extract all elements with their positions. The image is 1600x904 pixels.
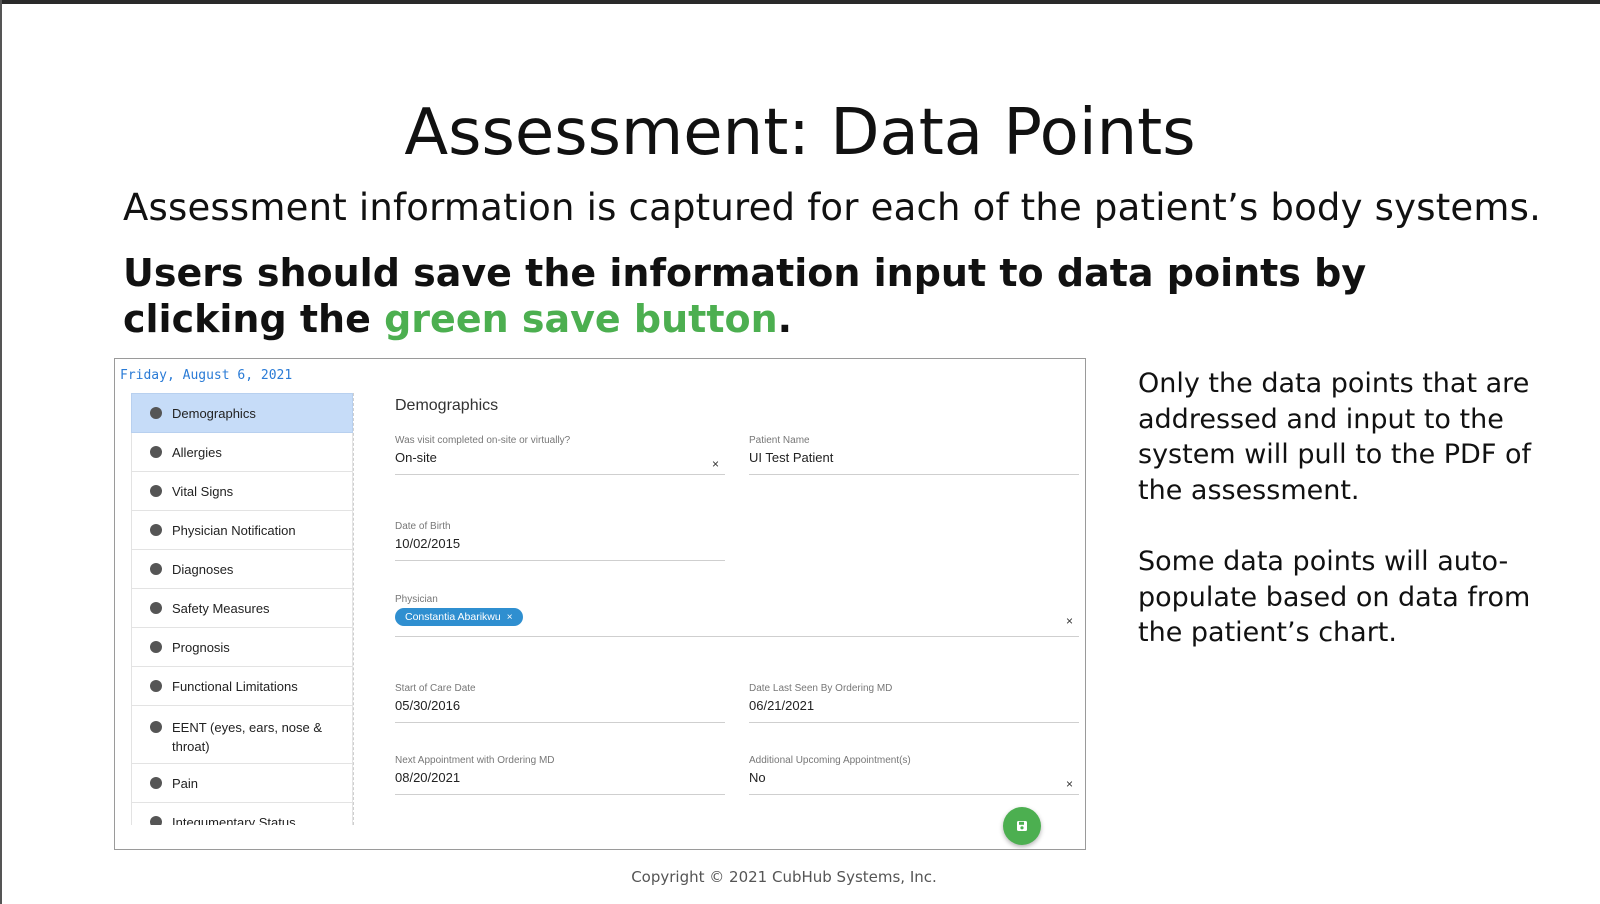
field-label: Was visit completed on-site or virtually… (395, 435, 571, 446)
field-value: No (749, 770, 766, 785)
field-underline (749, 474, 1079, 475)
copyright-footer: Copyright © 2021 CubHub Systems, Inc. (631, 868, 937, 886)
status-dot-icon (150, 485, 162, 497)
visit-type-field[interactable]: Was visit completed on-site or virtually… (395, 435, 725, 475)
field-underline (395, 636, 1079, 637)
sidebar-item-vital-signs[interactable]: Vital Signs (131, 472, 353, 511)
field-underline (395, 794, 725, 795)
date-last-seen-field[interactable]: Date Last Seen By Ordering MD 06/21/2021 (749, 683, 1079, 723)
sidebar-item-functional-limitations[interactable]: Functional Limitations (131, 667, 353, 706)
side-notes: Only the data points that are addressed … (1138, 366, 1548, 687)
sidebar-item-integumentary-status[interactable]: Integumentary Status (131, 803, 353, 825)
sidebar-item-label: EENT (eyes, ears, nose & throat) (172, 720, 323, 754)
sidebar-item-label: Functional Limitations (172, 678, 298, 694)
field-label: Physician (395, 594, 438, 605)
chip-label: Constantia Abarikwu (405, 611, 501, 623)
app-screenshot: Friday, August 6, 2021 Demographics Alle… (114, 358, 1086, 850)
instruction-green-text: green save button (384, 297, 778, 341)
additional-appointments-field[interactable]: Additional Upcoming Appointment(s) No × (749, 755, 1079, 795)
instruction-period: . (777, 297, 793, 341)
sidebar-item-label: Diagnoses (172, 561, 234, 577)
clear-icon[interactable]: × (1066, 614, 1073, 628)
field-label: Date of Birth (395, 521, 451, 532)
field-underline (749, 794, 1079, 795)
slide-title: Assessment: Data Points (404, 96, 1196, 170)
sidebar-item-label: Integumentary Status (172, 814, 296, 826)
field-underline (749, 722, 1079, 723)
start-of-care-field[interactable]: Start of Care Date 05/30/2016 (395, 683, 725, 723)
field-value: 06/21/2021 (749, 698, 815, 713)
status-dot-icon (150, 407, 162, 419)
status-dot-icon (150, 721, 162, 733)
note-paragraph: Only the data points that are addressed … (1138, 368, 1531, 506)
sidebar-item-pain[interactable]: Pain (131, 764, 353, 803)
physician-chip[interactable]: Constantia Abarikwu × (395, 608, 523, 626)
status-dot-icon (150, 777, 162, 789)
field-value: On-site (395, 450, 437, 465)
status-dot-icon (150, 680, 162, 692)
sidebar-item-label: Physician Notification (172, 522, 296, 538)
assessment-date: Friday, August 6, 2021 (120, 368, 293, 383)
field-value: 10/02/2015 (395, 536, 461, 551)
field-label: Patient Name (749, 435, 810, 446)
save-button[interactable] (1003, 807, 1041, 845)
status-dot-icon (150, 816, 162, 825)
sidebar-item-label: Prognosis (172, 639, 230, 655)
sidebar-item-physician-notification[interactable]: Physician Notification (131, 511, 353, 550)
field-label: Date Last Seen By Ordering MD (749, 683, 893, 694)
assessment-sidebar[interactable]: Demographics Allergies Vital Signs Physi… (131, 393, 354, 825)
sidebar-item-demographics[interactable]: Demographics (131, 393, 353, 433)
sidebar-item-label: Vital Signs (172, 483, 234, 499)
status-dot-icon (150, 602, 162, 614)
status-dot-icon (150, 641, 162, 653)
date-of-birth-field[interactable]: Date of Birth 10/02/2015 (395, 521, 725, 561)
sidebar-item-eent[interactable]: EENT (eyes, ears, nose & throat) (131, 706, 353, 764)
field-label: Next Appointment with Ordering MD (395, 755, 555, 766)
note-paragraph: Some data points will auto-populate base… (1138, 546, 1531, 648)
status-dot-icon (150, 524, 162, 536)
panel-title: Demographics (395, 397, 499, 414)
sidebar-item-label: Allergies (172, 444, 222, 460)
field-value: UI Test Patient (749, 450, 834, 465)
floppy-disk-icon (1017, 821, 1027, 831)
sidebar-item-label: Pain (172, 775, 199, 791)
field-label: Start of Care Date (395, 683, 476, 694)
sidebar-item-prognosis[interactable]: Prognosis (131, 628, 353, 667)
field-value: 08/20/2021 (395, 770, 461, 785)
clear-icon[interactable]: × (712, 457, 719, 471)
slide-subtitle: Assessment information is captured for e… (123, 186, 1542, 229)
patient-name-field[interactable]: Patient Name UI Test Patient (749, 435, 1079, 475)
field-label: Additional Upcoming Appointment(s) (749, 755, 911, 766)
field-underline (395, 560, 725, 561)
window-top-bar (0, 0, 1600, 4)
sidebar-item-label: Safety Measures (172, 600, 270, 616)
status-dot-icon (150, 563, 162, 575)
next-appointment-field[interactable]: Next Appointment with Ordering MD 08/20/… (395, 755, 725, 795)
slide-instruction: Users should save the information input … (123, 250, 1503, 342)
sidebar-item-safety-measures[interactable]: Safety Measures (131, 589, 353, 628)
clear-icon[interactable]: × (1066, 777, 1073, 791)
status-dot-icon (150, 446, 162, 458)
sidebar-item-allergies[interactable]: Allergies (131, 433, 353, 472)
chip-remove-icon[interactable]: × (507, 612, 513, 623)
field-underline (395, 722, 725, 723)
field-value: 05/30/2016 (395, 698, 461, 713)
physician-field[interactable]: Physician Constantia Abarikwu × × (395, 594, 1079, 637)
sidebar-item-diagnoses[interactable]: Diagnoses (131, 550, 353, 589)
sidebar-item-label: Demographics (172, 405, 256, 421)
field-underline (395, 474, 725, 475)
